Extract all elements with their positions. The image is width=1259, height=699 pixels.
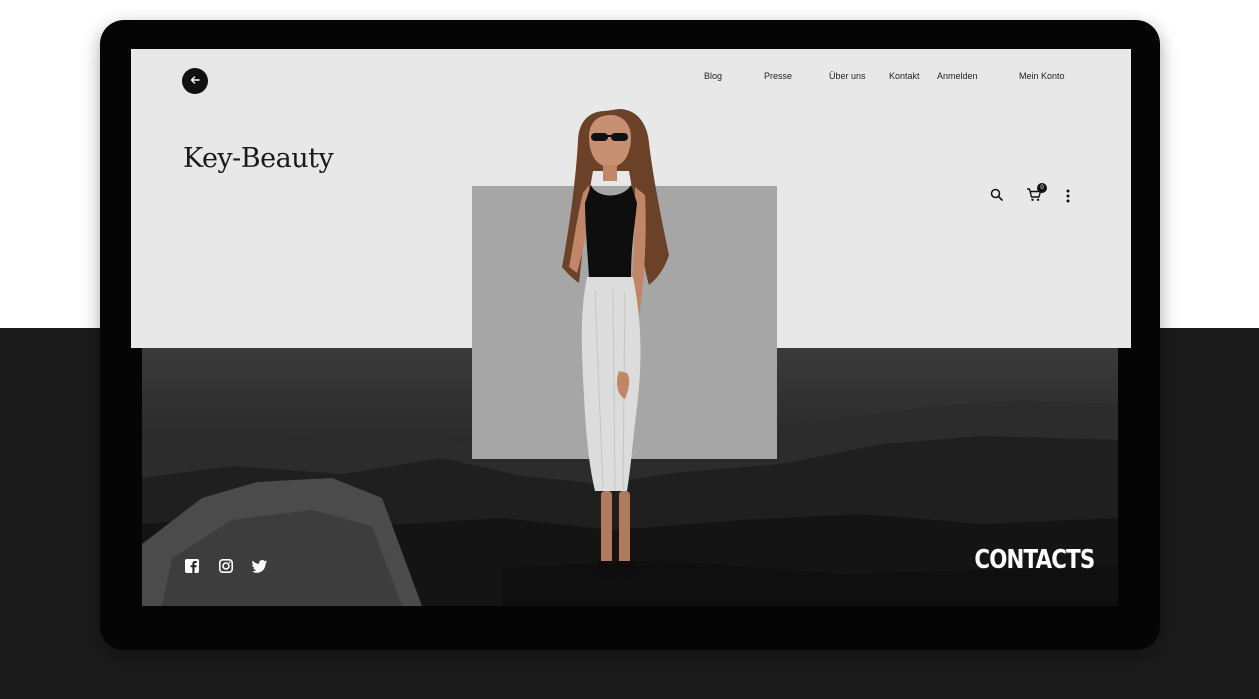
twitter-icon [252, 559, 267, 578]
nav-link-kontakt[interactable]: Kontakt [889, 71, 920, 81]
twitter-link[interactable] [251, 559, 268, 578]
fashion-model-image [562, 109, 669, 577]
nav-link-blog[interactable]: Blog [704, 71, 722, 81]
search-button[interactable] [988, 188, 1004, 206]
nav-link-ueber-uns[interactable]: Über uns [829, 71, 866, 81]
nav-link-anmelden[interactable]: Anmelden [937, 71, 978, 81]
arrow-left-icon [190, 72, 200, 90]
facebook-link[interactable] [183, 559, 200, 578]
contacts-link[interactable]: CONTACTS [974, 545, 1095, 575]
instagram-icon [218, 559, 233, 578]
site-logo[interactable]: Key-Beauty [183, 143, 334, 174]
back-button[interactable] [182, 68, 208, 94]
nav-link-presse[interactable]: Presse [764, 71, 792, 81]
more-menu-button[interactable] [1061, 189, 1075, 207]
monitor-frame: Blog Presse Über uns Kontakt Anmelden Me… [100, 20, 1160, 650]
instagram-link[interactable] [217, 559, 234, 578]
cart-count-badge: 0 [1037, 183, 1047, 193]
more-vertical-icon [1066, 189, 1070, 208]
facebook-icon [184, 559, 199, 578]
website-screen: Blog Presse Über uns Kontakt Anmelden Me… [131, 49, 1131, 606]
nav-link-mein-konto[interactable]: Mein Konto [1019, 71, 1065, 81]
search-icon [990, 188, 1003, 206]
